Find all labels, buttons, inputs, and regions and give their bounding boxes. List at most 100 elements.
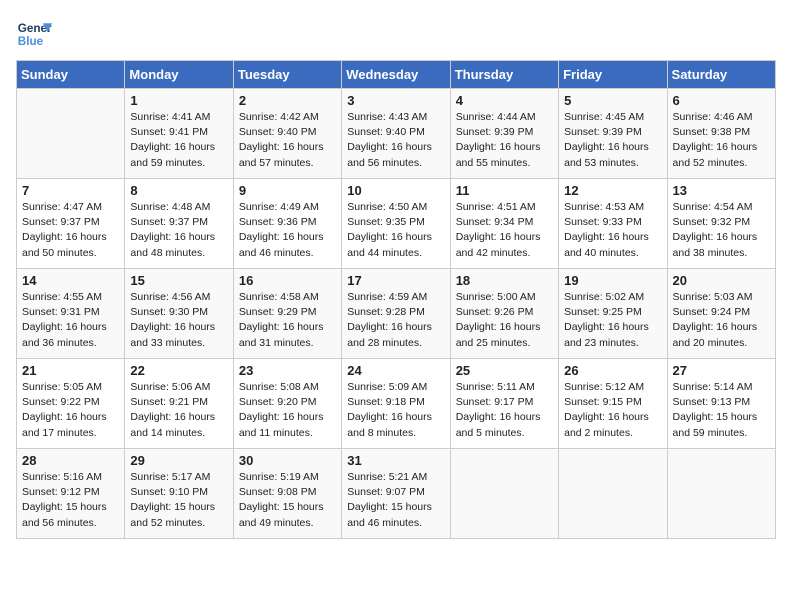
calendar-cell: 12Sunrise: 4:53 AMSunset: 9:33 PMDayligh…	[559, 179, 667, 269]
calendar-cell: 10 Sunrise: 4:50 AMSunset: 9:35 PMDayligh…	[342, 179, 450, 269]
day-info: Sunrise: 5:11 AMSunset: 9:17 PMDaylight:…	[456, 380, 553, 441]
header-cell-thursday: Thursday	[450, 61, 558, 89]
day-number: 27	[673, 363, 770, 378]
day-number: 15	[130, 273, 227, 288]
day-number: 31	[347, 453, 444, 468]
calendar-cell: 4Sunrise: 4:44 AMSunset: 9:39 PMDaylight…	[450, 89, 558, 179]
day-number: 26	[564, 363, 661, 378]
calendar-cell: 3 Sunrise: 4:43 AMSunset: 9:40 PMDaylight…	[342, 89, 450, 179]
day-info: Sunrise: 5:17 AMSunset: 9:10 PMDaylight:…	[130, 470, 227, 531]
calendar-table: SundayMondayTuesdayWednesdayThursdayFrid…	[16, 60, 776, 539]
day-number: 16	[239, 273, 336, 288]
day-info: Sunrise: 4:46 AMSunset: 9:38 PMDaylight:…	[673, 110, 770, 171]
header-cell-friday: Friday	[559, 61, 667, 89]
day-info: Sunrise: 4:50 AMSunset: 9:35 PMDaylight:…	[347, 200, 444, 261]
day-number: 11	[456, 183, 553, 198]
calendar-cell: 17 Sunrise: 4:59 AMSunset: 9:28 PMDayligh…	[342, 269, 450, 359]
calendar-cell: 22 Sunrise: 5:06 AMSunset: 9:21 PMDayligh…	[125, 359, 233, 449]
day-number: 4	[456, 93, 553, 108]
calendar-header-row: SundayMondayTuesdayWednesdayThursdayFrid…	[17, 61, 776, 89]
day-number: 29	[130, 453, 227, 468]
day-info: Sunrise: 4:47 AMSunset: 9:37 PMDaylight:…	[22, 200, 119, 261]
calendar-cell: 2 Sunrise: 4:42 AMSunset: 9:40 PMDaylight…	[233, 89, 341, 179]
calendar-cell: 9Sunrise: 4:49 AMSunset: 9:36 PMDaylight…	[233, 179, 341, 269]
day-number: 13	[673, 183, 770, 198]
day-info: Sunrise: 5:14 AMSunset: 9:13 PMDaylight:…	[673, 380, 770, 441]
header-cell-saturday: Saturday	[667, 61, 775, 89]
calendar-cell: 1 Sunrise: 4:41 AMSunset: 9:41 PMDaylight…	[125, 89, 233, 179]
calendar-week-row: 1 Sunrise: 4:41 AMSunset: 9:41 PMDaylight…	[17, 89, 776, 179]
calendar-cell: 14Sunrise: 4:55 AMSunset: 9:31 PMDayligh…	[17, 269, 125, 359]
calendar-cell: 5 Sunrise: 4:45 AMSunset: 9:39 PMDaylight…	[559, 89, 667, 179]
calendar-cell: 13 Sunrise: 4:54 AMSunset: 9:32 PMDayligh…	[667, 179, 775, 269]
day-number: 5	[564, 93, 661, 108]
calendar-cell: 21 Sunrise: 5:05 AMSunset: 9:22 PMDayligh…	[17, 359, 125, 449]
day-info: Sunrise: 4:51 AMSunset: 9:34 PMDaylight:…	[456, 200, 553, 261]
day-info: Sunrise: 4:41 AMSunset: 9:41 PMDaylight:…	[130, 110, 227, 171]
header: General Blue	[16, 16, 776, 52]
calendar-cell: 30 Sunrise: 5:19 AMSunset: 9:08 PMDayligh…	[233, 449, 341, 539]
day-info: Sunrise: 5:06 AMSunset: 9:21 PMDaylight:…	[130, 380, 227, 441]
day-number: 8	[130, 183, 227, 198]
day-info: Sunrise: 5:12 AMSunset: 9:15 PMDaylight:…	[564, 380, 661, 441]
day-number: 19	[564, 273, 661, 288]
calendar-cell: 19 Sunrise: 5:02 AMSunset: 9:25 PMDayligh…	[559, 269, 667, 359]
day-number: 1	[130, 93, 227, 108]
calendar-week-row: 14Sunrise: 4:55 AMSunset: 9:31 PMDayligh…	[17, 269, 776, 359]
day-info: Sunrise: 4:45 AMSunset: 9:39 PMDaylight:…	[564, 110, 661, 171]
calendar-cell: 7Sunrise: 4:47 AMSunset: 9:37 PMDaylight…	[17, 179, 125, 269]
calendar-cell: 8Sunrise: 4:48 AMSunset: 9:37 PMDaylight…	[125, 179, 233, 269]
day-info: Sunrise: 4:43 AMSunset: 9:40 PMDaylight:…	[347, 110, 444, 171]
calendar-cell: 11 Sunrise: 4:51 AMSunset: 9:34 PMDayligh…	[450, 179, 558, 269]
day-number: 10	[347, 183, 444, 198]
header-cell-monday: Monday	[125, 61, 233, 89]
day-number: 17	[347, 273, 444, 288]
calendar-week-row: 7Sunrise: 4:47 AMSunset: 9:37 PMDaylight…	[17, 179, 776, 269]
calendar-cell: 18 Sunrise: 5:00 AMSunset: 9:26 PMDayligh…	[450, 269, 558, 359]
logo-icon: General Blue	[16, 16, 52, 52]
day-info: Sunrise: 4:59 AMSunset: 9:28 PMDaylight:…	[347, 290, 444, 351]
calendar-cell: 20 Sunrise: 5:03 AMSunset: 9:24 PMDayligh…	[667, 269, 775, 359]
day-info: Sunrise: 4:58 AMSunset: 9:29 PMDaylight:…	[239, 290, 336, 351]
calendar-cell: 6 Sunrise: 4:46 AMSunset: 9:38 PMDaylight…	[667, 89, 775, 179]
day-number: 25	[456, 363, 553, 378]
day-info: Sunrise: 4:54 AMSunset: 9:32 PMDaylight:…	[673, 200, 770, 261]
day-info: Sunrise: 5:02 AMSunset: 9:25 PMDaylight:…	[564, 290, 661, 351]
day-number: 28	[22, 453, 119, 468]
calendar-cell	[667, 449, 775, 539]
day-info: Sunrise: 5:03 AMSunset: 9:24 PMDaylight:…	[673, 290, 770, 351]
calendar-cell	[17, 89, 125, 179]
calendar-cell: 27 Sunrise: 5:14 AMSunset: 9:13 PMDayligh…	[667, 359, 775, 449]
calendar-cell: 28 Sunrise: 5:16 AMSunset: 9:12 PMDayligh…	[17, 449, 125, 539]
day-number: 24	[347, 363, 444, 378]
day-info: Sunrise: 5:16 AMSunset: 9:12 PMDaylight:…	[22, 470, 119, 531]
day-info: Sunrise: 4:53 AMSunset: 9:33 PMDaylight:…	[564, 200, 661, 261]
day-info: Sunrise: 5:19 AMSunset: 9:08 PMDaylight:…	[239, 470, 336, 531]
day-number: 6	[673, 93, 770, 108]
calendar-cell: 23Sunrise: 5:08 AMSunset: 9:20 PMDayligh…	[233, 359, 341, 449]
calendar-cell	[450, 449, 558, 539]
day-info: Sunrise: 5:09 AMSunset: 9:18 PMDaylight:…	[347, 380, 444, 441]
day-number: 20	[673, 273, 770, 288]
day-number: 22	[130, 363, 227, 378]
day-info: Sunrise: 5:00 AMSunset: 9:26 PMDaylight:…	[456, 290, 553, 351]
day-info: Sunrise: 4:55 AMSunset: 9:31 PMDaylight:…	[22, 290, 119, 351]
calendar-cell: 26 Sunrise: 5:12 AMSunset: 9:15 PMDayligh…	[559, 359, 667, 449]
day-number: 3	[347, 93, 444, 108]
calendar-cell: 15 Sunrise: 4:56 AMSunset: 9:30 PMDayligh…	[125, 269, 233, 359]
day-number: 30	[239, 453, 336, 468]
calendar-cell: 24 Sunrise: 5:09 AMSunset: 9:18 PMDayligh…	[342, 359, 450, 449]
day-info: Sunrise: 5:21 AMSunset: 9:07 PMDaylight:…	[347, 470, 444, 531]
day-info: Sunrise: 5:08 AMSunset: 9:20 PMDaylight:…	[239, 380, 336, 441]
day-number: 21	[22, 363, 119, 378]
svg-text:Blue: Blue	[18, 35, 44, 48]
calendar-week-row: 28 Sunrise: 5:16 AMSunset: 9:12 PMDayligh…	[17, 449, 776, 539]
day-number: 2	[239, 93, 336, 108]
day-info: Sunrise: 4:56 AMSunset: 9:30 PMDaylight:…	[130, 290, 227, 351]
day-info: Sunrise: 5:05 AMSunset: 9:22 PMDaylight:…	[22, 380, 119, 441]
day-number: 18	[456, 273, 553, 288]
logo: General Blue	[16, 16, 52, 52]
calendar-week-row: 21 Sunrise: 5:05 AMSunset: 9:22 PMDayligh…	[17, 359, 776, 449]
calendar-cell	[559, 449, 667, 539]
day-info: Sunrise: 4:42 AMSunset: 9:40 PMDaylight:…	[239, 110, 336, 171]
